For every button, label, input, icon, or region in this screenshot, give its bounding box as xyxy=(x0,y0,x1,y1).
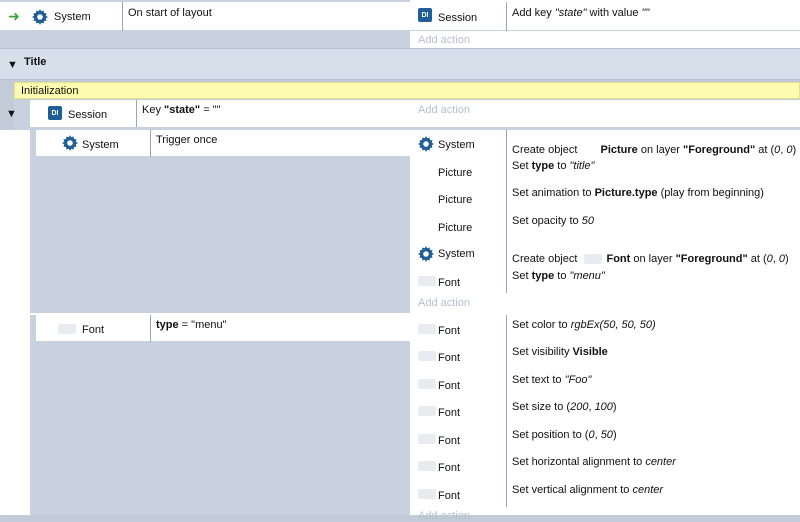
session-icon: DI xyxy=(48,106,62,120)
action-text: Set opacity to 50 xyxy=(512,215,594,227)
font-object-icon xyxy=(584,254,603,265)
action-object-label: Font xyxy=(438,407,461,419)
action-object-label: Font xyxy=(438,325,461,337)
add-action-link[interactable]: Add action xyxy=(418,510,470,522)
gear-icon xyxy=(32,9,48,28)
gear-icon xyxy=(418,136,434,155)
action-text: Create object Picture on layer "Foregrou… xyxy=(512,144,797,156)
action-row[interactable]: Font Set text to "Foo" xyxy=(410,370,800,397)
condition-object-label: System xyxy=(54,11,91,23)
font-object-icon xyxy=(418,324,436,334)
action-object-label: Font xyxy=(438,490,461,502)
action-object-label: Picture xyxy=(438,194,473,206)
action-row[interactable]: Font Set visibility Visible xyxy=(410,342,800,369)
action-object-label: Picture xyxy=(438,167,473,179)
action-text: Set size to (200, 100) xyxy=(512,401,617,413)
gear-icon xyxy=(418,246,434,265)
condition-object-label: Session xyxy=(68,109,108,121)
action-text: Set horizontal alignment to center xyxy=(512,456,676,468)
right-arrow-icon: ➜ xyxy=(8,8,20,24)
action-row[interactable]: Font Set color to rgbEx(50, 50, 50) xyxy=(410,315,800,342)
session-icon: DI xyxy=(418,8,432,22)
action-object-label: System xyxy=(438,248,475,260)
action-row[interactable]: Picture Set opacity to 50 xyxy=(410,211,800,238)
condition-text: type = "menu" xyxy=(156,319,227,331)
triangle-down-icon[interactable]: ▼ xyxy=(7,59,18,71)
group-title: Title xyxy=(24,56,47,68)
condition-object-label: Font xyxy=(82,324,105,336)
action-text: Set animation to Picture.type (play from… xyxy=(512,187,764,199)
action-row[interactable]: Picture Set animation to Picture.type (p… xyxy=(410,184,800,211)
action-row[interactable]: Picture Set type to "title" xyxy=(410,157,800,184)
event-3-condition-row[interactable]: System Trigger once xyxy=(36,130,410,157)
action-object-label: Font xyxy=(438,462,461,474)
condition-text: Trigger once xyxy=(156,134,218,146)
add-action-link[interactable]: Add action xyxy=(418,297,470,309)
action-text: Set visibility Visible xyxy=(512,346,608,358)
action-row[interactable]: Font Set horizontal alignment to center xyxy=(410,452,800,479)
font-object-icon xyxy=(418,434,436,444)
condition-text: Key "state" = "" xyxy=(142,104,221,116)
font-object-icon xyxy=(418,406,436,416)
action-row[interactable]: System Create object Font on layer "Fore… xyxy=(410,240,800,267)
action-text: Set position to (0, 50) xyxy=(512,429,617,441)
event-4-conditions xyxy=(30,315,410,515)
action-object-label: Session xyxy=(438,12,478,24)
action-object-label: Font xyxy=(438,380,461,392)
font-object-icon xyxy=(418,489,436,499)
triangle-down-icon[interactable]: ▼ xyxy=(6,108,17,120)
comment-row[interactable]: Initialization xyxy=(14,82,800,99)
action-row[interactable]: System Create object Picture on layer "F… xyxy=(410,130,800,157)
comment-text: Initialization xyxy=(21,85,79,97)
action-object-label: Font xyxy=(438,277,461,289)
action-text: Add key "state" with value "" xyxy=(512,7,650,19)
action-text: Set color to rgbEx(50, 50, 50) xyxy=(512,319,656,331)
event-1-action-row[interactable]: DI Session Add key "state" with value "" xyxy=(410,2,800,31)
gear-icon xyxy=(62,135,78,154)
add-action-link[interactable]: Add action xyxy=(418,34,470,46)
font-object-icon xyxy=(418,379,436,389)
action-row[interactable]: Font Set position to (0, 50) xyxy=(410,425,800,452)
action-text: Set type to "menu" xyxy=(512,270,605,282)
event-4-actions[interactable]: Font Set color to rgbEx(50, 50, 50) Font… xyxy=(410,315,800,522)
event-4-condition-row[interactable]: Font type = "menu" xyxy=(36,315,410,342)
font-object-icon xyxy=(418,461,436,471)
condition-text: On start of layout xyxy=(128,7,212,19)
font-object-icon xyxy=(58,324,76,334)
event-2-condition-row[interactable]: DI Session Key "state" = "" xyxy=(30,100,410,127)
condition-object-label: System xyxy=(82,139,119,151)
font-object-icon xyxy=(418,351,436,361)
event-indent xyxy=(0,130,30,515)
action-row[interactable]: Font Set size to (200, 100) xyxy=(410,397,800,424)
action-text: Set type to "title" xyxy=(512,160,595,172)
action-object-label: Font xyxy=(438,352,461,364)
action-row[interactable]: Font Set vertical alignment to center xyxy=(410,480,800,507)
font-object-icon xyxy=(418,276,436,286)
action-row[interactable]: Font Set type to "menu" xyxy=(410,267,800,294)
action-text: Set vertical alignment to center xyxy=(512,484,664,496)
action-object-label: System xyxy=(438,139,475,151)
action-text: Set text to "Foo" xyxy=(512,374,592,386)
event-1-condition-row[interactable]: ➜ System On start of layout xyxy=(0,2,410,31)
action-text: Create object Font on layer "Foreground"… xyxy=(512,253,789,265)
add-action-link[interactable]: Add action xyxy=(418,104,470,116)
group-header[interactable]: ▼ Title xyxy=(0,48,800,80)
event-3-actions[interactable]: System Create object Picture on layer "F… xyxy=(410,130,800,313)
action-object-label: Font xyxy=(438,435,461,447)
event-3-conditions xyxy=(30,130,410,313)
event-2-actions[interactable]: Add action xyxy=(410,100,800,127)
action-object-label: Picture xyxy=(438,222,473,234)
